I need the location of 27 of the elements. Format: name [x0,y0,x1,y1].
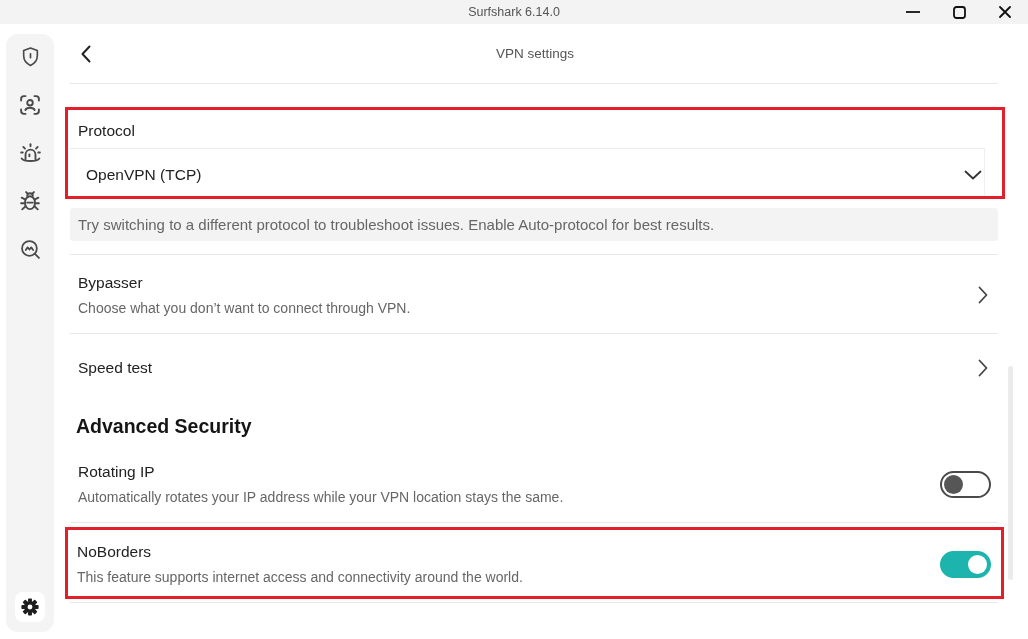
window-title: Surfshark 6.14.0 [468,5,560,19]
chevron-right-icon[interactable] [978,359,988,377]
search-icon[interactable] [20,239,40,259]
setting-title: Rotating IP [78,462,156,482]
setting-title: Speed test [78,358,153,378]
page-title: VPN settings [495,46,574,61]
chevron-right-icon[interactable] [978,286,988,304]
shield-icon[interactable] [21,47,39,67]
maximize-icon[interactable] [952,5,966,19]
alarm-light-icon[interactable] [19,143,41,163]
protocol-label: Protocol [78,122,135,140]
setting-description: Automatically rotates your IP address while your VPN location stays the same. [78,488,564,506]
toggle-switch[interactable] [940,470,991,498]
person-scan-icon[interactable] [20,95,40,115]
bug-icon[interactable] [20,191,40,211]
settings-icon[interactable] [15,592,45,622]
setting-description: This feature supports internet access and connectivity around the world. [77,568,523,586]
section-heading: Advanced Security [75,414,253,439]
setting-title: NoBorders [77,542,153,562]
close-icon[interactable] [999,6,1011,18]
back-icon[interactable] [81,44,91,63]
setting-description: Choose what you don’t want to connect through VPN. [78,299,411,317]
chevron-down-icon[interactable] [964,170,982,180]
protocol-dropdown[interactable]: OpenVPN (TCP) [70,148,985,196]
toggle-switch[interactable] [940,550,991,578]
setting-title: Bypasser [78,273,144,293]
hint-text: Try switching to a different protocol to troubleshoot issues. Enable Auto-protocol for best results. [70,208,998,241]
